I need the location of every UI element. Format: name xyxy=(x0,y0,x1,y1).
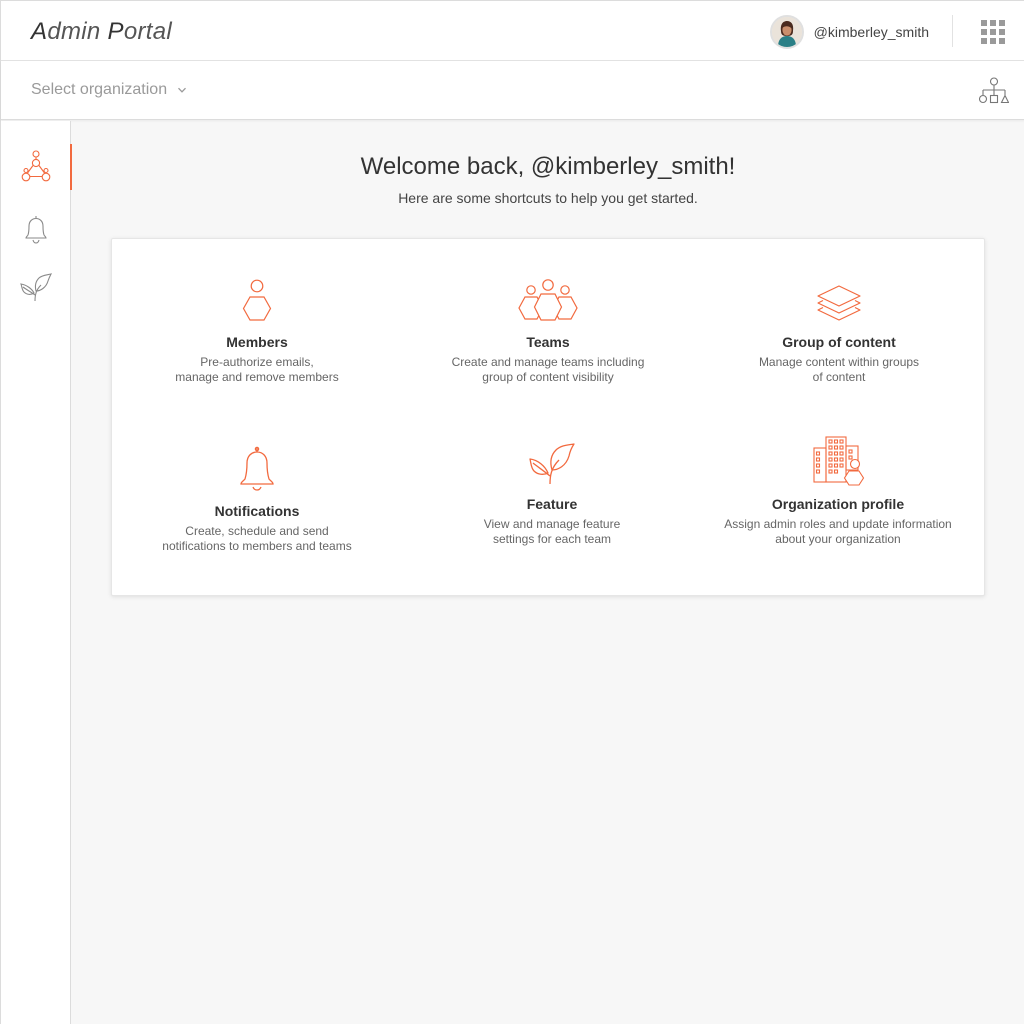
avatar[interactable] xyxy=(769,15,804,49)
shortcut-description: Create and manage teams including group … xyxy=(451,355,645,384)
shortcut-title: Members xyxy=(226,334,288,350)
organization-select[interactable]: Select organization xyxy=(31,81,187,99)
shortcut-title: Group of content xyxy=(782,334,896,350)
apps-grid-icon[interactable] xyxy=(981,20,1005,44)
shortcut-feature[interactable]: Feature View and manage feature settings… xyxy=(422,426,682,547)
brand-text: ortal xyxy=(123,18,172,45)
teams-icon-wrap xyxy=(418,264,678,324)
layers-icon-wrap xyxy=(709,264,969,324)
user-menu[interactable]: @kimberley_smith xyxy=(769,14,929,50)
welcome-heading: Welcome back, @kimberley_smith! xyxy=(360,153,736,180)
shortcut-title: Teams xyxy=(526,334,570,350)
sprout-icon-wrap xyxy=(422,426,682,486)
welcome-subtitle: Here are some shortcuts to help you get … xyxy=(398,190,698,206)
app-frame: Admin Portal @kimberley_smith Select org… xyxy=(0,0,1024,1024)
shortcut-description: View and manage feature settings for eac… xyxy=(483,517,621,546)
organization-select-label: Select organization xyxy=(31,81,168,98)
bell-icon-wrap xyxy=(127,433,387,493)
sidebar-item-features[interactable] xyxy=(1,264,71,310)
sidebar-item-organization[interactable] xyxy=(1,144,72,190)
sidebar-item-notifications[interactable] xyxy=(1,206,71,252)
shortcut-description: Assign admin roles and update informatio… xyxy=(724,517,952,546)
organization-bar: Select organization xyxy=(1,61,1024,120)
building-icon xyxy=(813,436,865,486)
brand-text: dmin xyxy=(47,18,108,45)
sidebar xyxy=(1,121,72,1024)
member-icon-wrap xyxy=(127,264,387,324)
chevron-down-icon xyxy=(178,87,187,93)
app-logo[interactable]: Admin Portal xyxy=(31,18,172,46)
brand-letter: P xyxy=(107,18,124,45)
team-network-icon xyxy=(21,150,51,182)
sprout-icon xyxy=(529,443,575,485)
username[interactable]: @kimberley_smith xyxy=(814,24,929,40)
building-icon-wrap xyxy=(708,426,968,486)
layers-icon xyxy=(817,285,861,321)
shortcut-description: Manage content within groups of content xyxy=(758,355,920,384)
bell-icon xyxy=(240,446,274,491)
sprout-icon xyxy=(20,273,53,302)
org-chart-icon[interactable] xyxy=(979,77,1009,105)
header-divider xyxy=(952,15,953,47)
shortcuts-card: Members Pre-authorize emails, manage and… xyxy=(111,238,985,596)
shortcut-notifications[interactable]: Notifications Create, schedule and send … xyxy=(127,433,387,554)
shortcut-group-of-content[interactable]: Group of content Manage content within g… xyxy=(709,264,969,385)
bell-icon xyxy=(25,216,47,244)
top-bar: Admin Portal @kimberley_smith xyxy=(1,1,1024,61)
shortcut-title: Feature xyxy=(526,496,578,512)
shortcut-teams[interactable]: Teams Create and manage teams including … xyxy=(418,264,678,385)
shortcut-title: Notifications xyxy=(214,503,300,519)
shortcut-description: Create, schedule and send notifications … xyxy=(162,524,352,553)
shortcut-organization-profile[interactable]: Organization profile Assign admin roles … xyxy=(708,426,968,547)
member-icon xyxy=(242,279,272,321)
shortcut-description: Pre-authorize emails, manage and remove … xyxy=(175,355,339,384)
shortcut-members[interactable]: Members Pre-authorize emails, manage and… xyxy=(127,264,387,385)
brand-letter: A xyxy=(31,18,48,45)
teams-icon xyxy=(518,279,578,321)
shortcut-title: Organization profile xyxy=(771,496,905,512)
